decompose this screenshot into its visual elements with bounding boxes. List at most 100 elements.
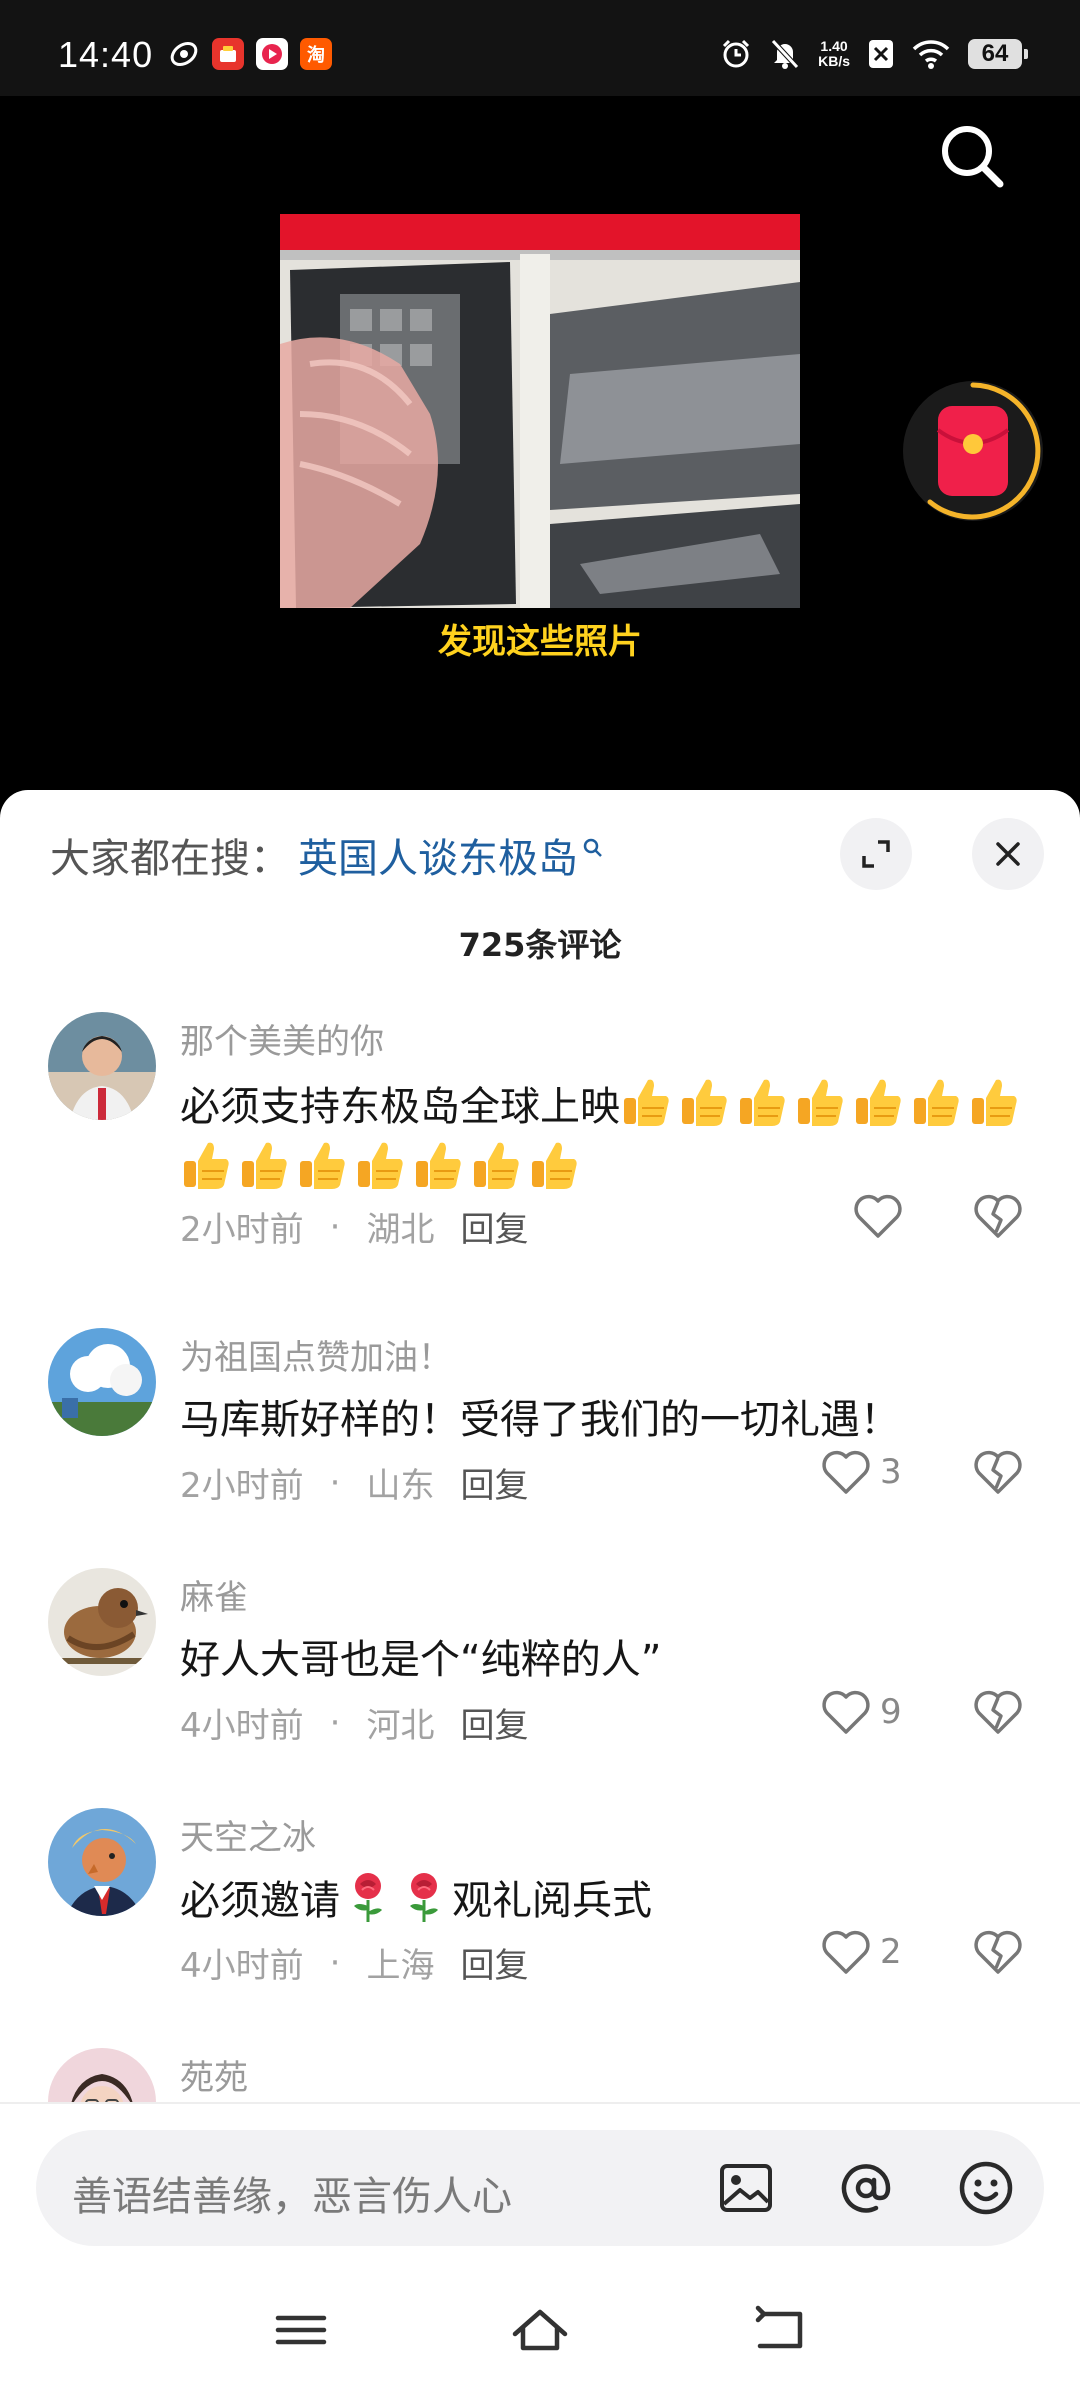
avatar[interactable] — [48, 1328, 156, 1436]
menu-icon — [275, 2315, 327, 2345]
expand-icon — [862, 840, 890, 868]
mute-bell-icon — [771, 39, 799, 69]
photo-album-image — [280, 214, 800, 608]
video-subtitle: 发现这些照片 — [438, 622, 642, 662]
thumbs-up-emoji — [914, 1079, 959, 1126]
back-icon — [755, 2305, 803, 2349]
avatar[interactable] — [48, 2048, 156, 2104]
thumbs-up-emoji — [798, 1079, 843, 1126]
avatar[interactable] — [48, 1808, 156, 1916]
like-button[interactable]: 2 — [820, 1928, 902, 1976]
sim-x-icon — [869, 40, 893, 68]
avatar[interactable] — [48, 1568, 156, 1676]
nav-menu-button[interactable] — [266, 2300, 336, 2360]
thumbs-up-emoji — [682, 1079, 727, 1126]
wifi-icon — [912, 40, 950, 69]
video-frame — [280, 214, 800, 608]
comment-input-bar[interactable]: 善语结善缘，恶言伤人心 — [36, 2130, 1044, 2246]
at-icon — [841, 2164, 891, 2213]
meta-dot: · — [329, 1462, 341, 1503]
dislike-button[interactable] — [972, 1688, 1024, 1740]
network-speed-unit: KB/s — [818, 53, 850, 69]
image-button[interactable] — [712, 2154, 780, 2222]
comment-text: 必须邀请 观礼阅兵式 — [180, 1870, 1040, 1931]
comment-author[interactable]: 为祖国点赞加油！ — [180, 1330, 452, 1379]
comment-location: 河北 — [366, 1706, 435, 1746]
avatar[interactable] — [48, 1012, 156, 1120]
network-speed: 1.40 KB/s — [818, 39, 850, 69]
network-speed-value: 1.40 — [820, 38, 848, 54]
alarm-icon — [723, 39, 750, 68]
reply-button[interactable]: 回复 — [460, 1202, 528, 1251]
home-icon — [512, 2309, 568, 2351]
mention-button[interactable] — [832, 2154, 900, 2222]
like-button[interactable]: 3 — [820, 1448, 902, 1496]
search-button[interactable] — [934, 118, 1010, 194]
reply-button[interactable]: 回复 — [460, 1458, 528, 1507]
emoji-button[interactable] — [952, 2154, 1020, 2222]
dislike-button[interactable] — [972, 1192, 1024, 1244]
hot-search-label: 大家都在搜： — [50, 836, 290, 882]
heart-icon — [822, 1450, 870, 1494]
reply-button[interactable]: 回复 — [460, 1698, 528, 1747]
meta-dot: · — [329, 1702, 341, 1743]
thumbs-up-emoji — [242, 1142, 287, 1189]
like-count: 3 — [880, 1452, 902, 1492]
red-packet-button[interactable] — [900, 378, 1046, 524]
comment-text: 好人大哥也是个“纯粹的人” — [180, 1637, 662, 1683]
taobao-icon: 淘 — [300, 38, 332, 70]
small-search-icon — [583, 838, 602, 857]
comment-author[interactable]: 麻雀 — [180, 1570, 248, 1619]
comment-time: 2小时前 — [180, 1210, 304, 1250]
thumbs-up-emoji — [856, 1079, 901, 1126]
comment-meta: 4小时前 · 河北 回复 — [180, 1698, 528, 1747]
hot-search-link[interactable]: 英国人谈东极岛 — [298, 826, 578, 884]
nav-home-button[interactable] — [505, 2300, 575, 2360]
comment-time: 4小时前 — [180, 1946, 304, 1986]
comment-meta: 4小时前 · 上海 回复 — [180, 1938, 528, 1987]
rose-emoji — [410, 1873, 438, 1922]
comment-author[interactable]: 苑苑 — [180, 2050, 248, 2099]
like-button[interactable] — [852, 1192, 912, 1240]
comment-meta: 2小时前 · 湖北 回复 — [180, 1202, 528, 1251]
comment-author[interactable]: 天空之冰 — [180, 1810, 316, 1859]
broken-heart-icon — [974, 1690, 1022, 1734]
expand-button[interactable] — [840, 818, 912, 890]
app-c-icon — [256, 38, 288, 70]
dislike-button[interactable] — [972, 1448, 1024, 1500]
comment-text-before: 必须邀请 — [180, 1878, 340, 1924]
status-bar: 14:40 淘 1.40 KB/s 64 — [0, 0, 1080, 96]
comment-text-after: 观礼阅兵式 — [452, 1878, 652, 1924]
comment-location: 上海 — [366, 1946, 435, 1986]
hot-search[interactable]: 大家都在搜： 英国人谈东极岛 — [50, 826, 604, 884]
comment-item: 那个美美的你 必须支持东极岛全球上映 2小时前 · 湖北 回复 — [0, 1012, 1080, 1312]
app-a-icon — [168, 38, 200, 70]
meta-dot: · — [329, 1206, 341, 1247]
comment-input[interactable]: 善语结善缘，恶言伤人心 — [72, 2164, 512, 2222]
broken-heart-icon — [974, 1450, 1022, 1494]
status-app-icons: 淘 — [168, 38, 332, 70]
heart-icon — [822, 1930, 870, 1974]
thumbs-up-emoji — [300, 1142, 345, 1189]
meta-dot: · — [329, 1942, 341, 1983]
like-button[interactable]: 9 — [820, 1688, 902, 1736]
reply-button[interactable]: 回复 — [460, 1938, 528, 1987]
thumbs-up-emoji — [532, 1142, 577, 1189]
red-packet-icon — [903, 381, 1043, 521]
nav-back-button[interactable] — [744, 2300, 814, 2360]
comment-item: 苑苑 — [0, 2048, 1080, 2104]
comment-text: 必须支持东极岛全球上映 — [180, 1074, 1040, 1200]
dislike-button[interactable] — [972, 1928, 1024, 1980]
heart-icon — [822, 1690, 870, 1734]
close-button[interactable] — [972, 818, 1044, 890]
thumbs-up-emoji — [416, 1142, 461, 1189]
video-player[interactable]: 发现这些照片 — [0, 96, 1080, 796]
like-count: 2 — [880, 1932, 902, 1972]
comment-item: 麻雀 好人大哥也是个“纯粹的人” 4小时前 · 河北 回复 9 — [0, 1568, 1080, 1788]
comment-author[interactable]: 那个美美的你 — [180, 1014, 384, 1063]
rose-emoji — [354, 1873, 382, 1922]
comment-sheet: 大家都在搜： 英国人谈东极岛 725条评论 那个美美的你 必须支持东极岛全球上映… — [0, 790, 1080, 2400]
battery-indicator: 64 — [968, 39, 1028, 69]
comment-location: 湖北 — [366, 1210, 435, 1250]
app-b-icon — [212, 38, 244, 70]
